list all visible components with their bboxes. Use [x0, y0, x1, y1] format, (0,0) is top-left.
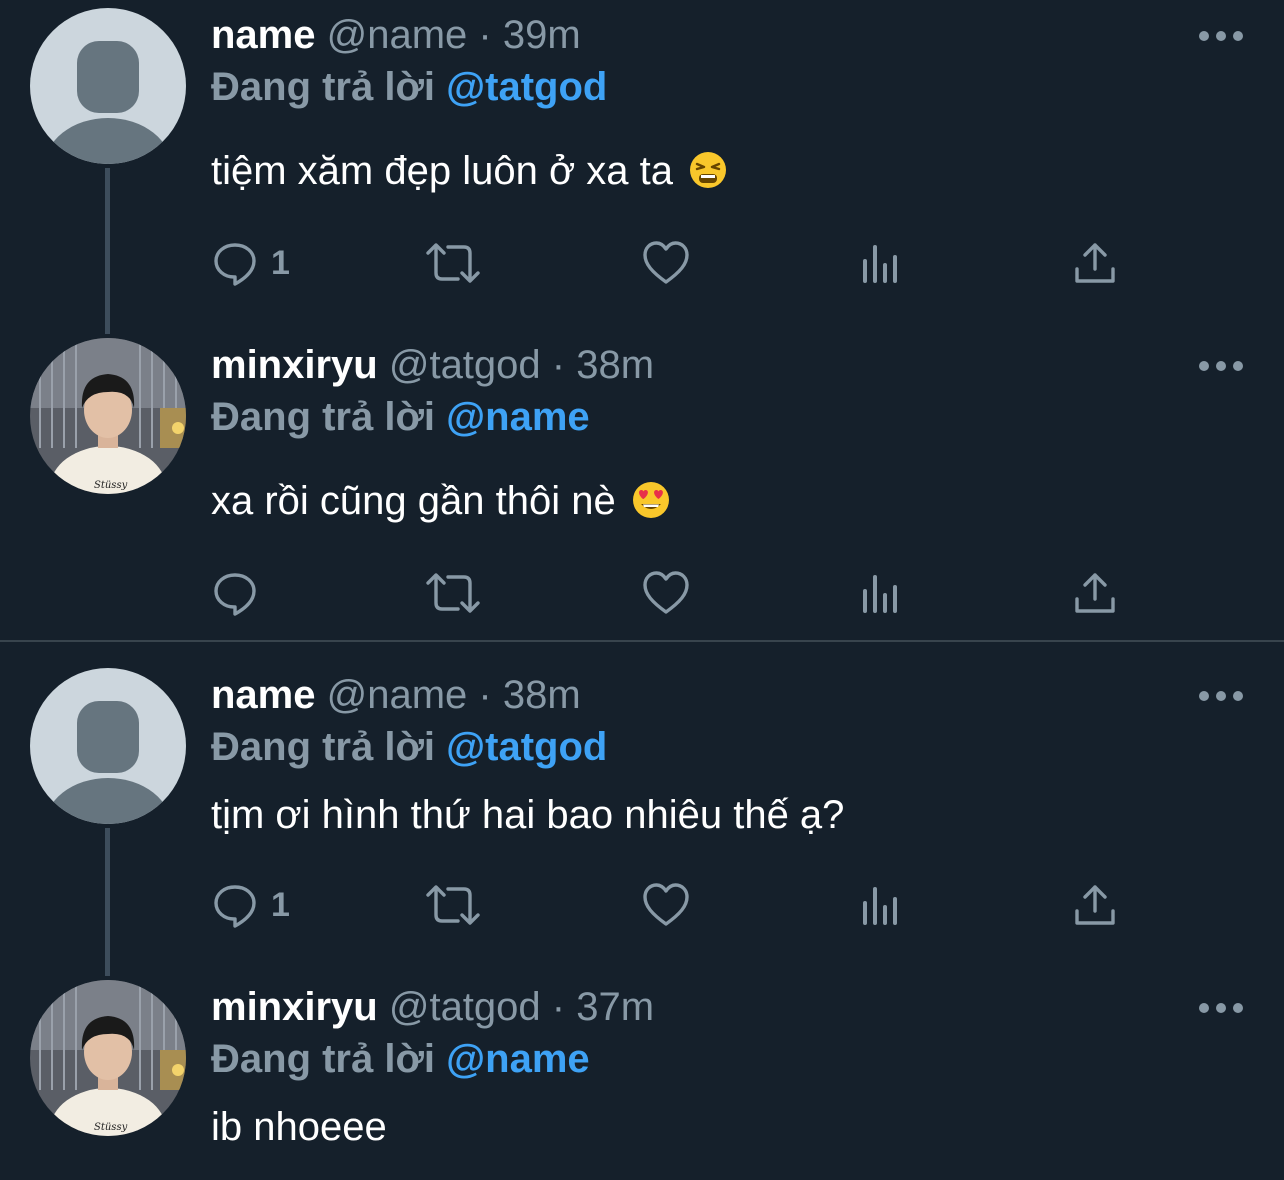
replying-prefix: Đang trả lời — [211, 65, 436, 109]
mention-link[interactable]: @tatgod — [446, 65, 607, 109]
tweet[interactable]: Stüssy minxiryu @tatgod · 38m Đang trả l… — [0, 330, 1284, 640]
reply-icon — [214, 573, 256, 616]
tweet-body: tiệm xăm đẹp luôn ở xa ta — [211, 149, 674, 193]
replying-prefix: Đang trả lời — [211, 395, 436, 439]
mention-link[interactable]: @name — [446, 1037, 590, 1081]
mention-link[interactable]: @tatgod — [446, 725, 607, 769]
profile-photo[interactable]: Stüssy — [30, 338, 186, 494]
thread-connector-line — [105, 828, 110, 976]
share-button[interactable] — [1073, 880, 1117, 930]
display-name[interactable]: name — [211, 13, 316, 57]
tired-face-emoji — [690, 152, 727, 188]
display-name[interactable]: minxiryu — [211, 985, 378, 1029]
timestamp[interactable]: 38m — [503, 673, 581, 717]
tweet-actions: 1 — [211, 880, 1131, 930]
retweet-icon — [426, 243, 480, 283]
retweet-button[interactable] — [424, 880, 482, 930]
more-options-icon[interactable] — [1198, 686, 1244, 706]
heart-icon — [643, 883, 689, 926]
share-icon — [1075, 885, 1115, 925]
analytics-icon — [863, 887, 897, 925]
more-options-icon[interactable] — [1198, 356, 1244, 376]
separator-dot: · — [551, 343, 566, 387]
analytics-button[interactable] — [861, 568, 901, 618]
profile-photo[interactable]: Stüssy — [30, 980, 186, 1136]
default-avatar-icon[interactable] — [30, 668, 186, 824]
tweet[interactable]: name @name · 38m Đang trả lời @tatgod tị… — [0, 660, 1284, 976]
reply-count: 1 — [271, 885, 290, 924]
svg-text:Stüssy: Stüssy — [94, 480, 128, 491]
thread-connector-line — [105, 168, 110, 334]
user-handle[interactable]: @tatgod — [389, 985, 541, 1029]
heart-eyes-emoji — [632, 482, 669, 518]
like-button[interactable] — [641, 568, 691, 618]
timestamp[interactable]: 38m — [576, 343, 654, 387]
retweet-button[interactable] — [424, 568, 482, 618]
tweet-header: name @name · 39m — [211, 12, 581, 58]
separator-dot: · — [478, 673, 492, 717]
more-options-icon[interactable] — [1198, 26, 1244, 46]
tweet-text: tiệm xăm đẹp luôn ở xa ta — [211, 148, 728, 194]
tweet-body: ib nhoeee — [211, 1105, 387, 1149]
reply-icon — [214, 885, 256, 928]
display-name[interactable]: name — [211, 673, 316, 717]
like-button[interactable] — [641, 880, 691, 930]
reply-count: 1 — [271, 243, 290, 282]
analytics-icon — [863, 575, 897, 613]
replying-to-line: Đang trả lời @tatgod — [211, 724, 607, 770]
separator-dot: · — [478, 13, 492, 57]
default-avatar-icon[interactable] — [30, 8, 186, 164]
tweet-header: minxiryu @tatgod · 37m — [211, 984, 654, 1030]
replying-to-line: Đang trả lời @name — [211, 394, 590, 440]
tweet[interactable]: Stüssy minxiryu @tatgod · 37m Đang trả l… — [0, 972, 1284, 1180]
replying-prefix: Đang trả lời — [211, 1037, 436, 1081]
display-name[interactable]: minxiryu — [211, 343, 378, 387]
tweet-text: tịm ơi hình thứ hai bao nhiêu thế ạ? — [211, 792, 844, 838]
tweet-body: tịm ơi hình thứ hai bao nhiêu thế ạ? — [211, 793, 845, 837]
tweet-text: ib nhoeee — [211, 1104, 387, 1150]
user-handle[interactable]: @name — [327, 13, 468, 57]
share-button[interactable] — [1073, 238, 1117, 288]
replying-prefix: Đang trả lời — [211, 725, 436, 769]
share-icon — [1075, 573, 1115, 613]
thread-divider — [0, 640, 1284, 642]
retweet-button[interactable] — [424, 238, 482, 288]
replying-to-line: Đang trả lời @name — [211, 1036, 590, 1082]
timestamp[interactable]: 37m — [576, 985, 654, 1029]
retweet-icon — [426, 573, 480, 613]
user-handle[interactable]: @name — [327, 673, 468, 717]
tweet-body: xa rồi cũng gần thôi nè — [211, 479, 616, 523]
analytics-button[interactable] — [861, 880, 901, 930]
replying-to-line: Đang trả lời @tatgod — [211, 64, 607, 110]
svg-text:Stüssy: Stüssy — [94, 1122, 128, 1133]
analytics-icon — [863, 245, 897, 283]
heart-icon — [643, 571, 689, 614]
user-handle[interactable]: @tatgod — [389, 343, 541, 387]
tweet[interactable]: name @name · 39m Đang trả lời @tatgod ti… — [0, 0, 1284, 334]
tweet-actions — [211, 568, 1131, 618]
tweet-actions: 1 — [211, 238, 1131, 288]
separator-dot: · — [551, 985, 566, 1029]
share-button[interactable] — [1073, 568, 1117, 618]
reply-button[interactable]: 1 — [211, 880, 290, 930]
mention-link[interactable]: @name — [446, 395, 590, 439]
analytics-button[interactable] — [861, 238, 901, 288]
like-button[interactable] — [641, 238, 691, 288]
timestamp[interactable]: 39m — [503, 13, 581, 57]
heart-icon — [643, 241, 689, 284]
reply-icon — [214, 243, 256, 286]
more-options-icon[interactable] — [1198, 998, 1244, 1018]
reply-button[interactable]: 1 — [211, 238, 290, 288]
share-icon — [1075, 243, 1115, 283]
tweet-header: name @name · 38m — [211, 672, 581, 718]
reply-button[interactable] — [211, 568, 271, 618]
retweet-icon — [426, 885, 480, 925]
tweet-text: xa rồi cũng gần thôi nè — [211, 478, 671, 524]
tweet-header: minxiryu @tatgod · 38m — [211, 342, 654, 388]
